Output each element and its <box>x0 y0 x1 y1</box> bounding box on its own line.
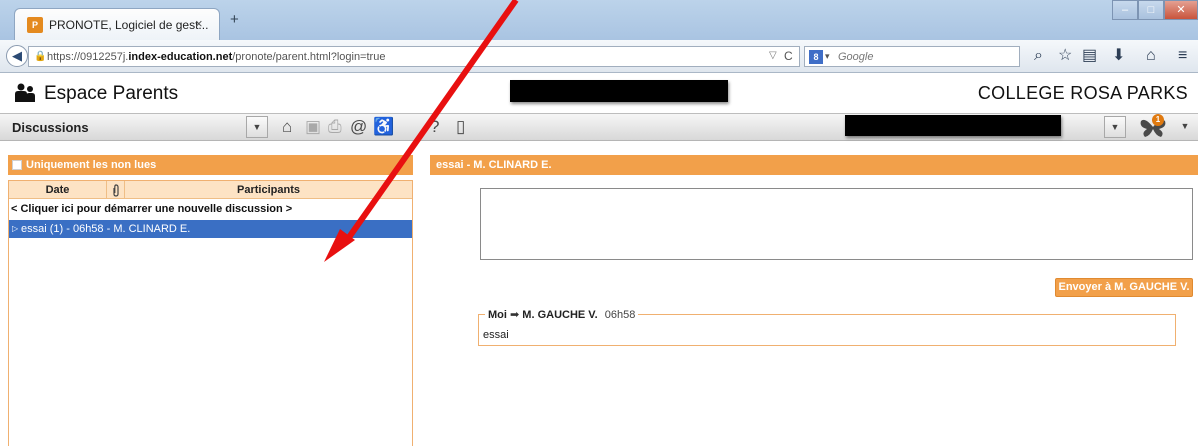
message-entry: Moi ➡ M. GAUCHE V. 06h58 essai <box>478 308 1176 346</box>
column-header-date[interactable]: Date <box>9 181 107 199</box>
browser-tab-bar: P PRONOTE, Logiciel de gest... × + – □ ✕ <box>0 0 1198 40</box>
magnifier-icon[interactable]: ⌕ <box>1034 48 1043 64</box>
redaction-block <box>510 80 728 102</box>
email-icon[interactable]: @ <box>350 117 367 137</box>
paperclip-icon[interactable] <box>107 181 125 199</box>
pronote-favicon-icon: P <box>27 17 43 33</box>
mobile-icon[interactable]: ▯ <box>456 117 465 137</box>
url-dropdown-icon[interactable]: ▽ <box>769 50 777 61</box>
save-icon[interactable]: ▣ <box>305 117 321 137</box>
google-search-engine-icon[interactable]: 8 <box>809 50 823 64</box>
url-text: https://0912257j.index-education.net/pro… <box>47 51 386 63</box>
discussion-row-label: essai (1) - 06h58 - M. CLINARD E. <box>21 223 191 235</box>
new-discussion-link[interactable]: < Cliquer ici pour démarrer une nouvelle… <box>11 203 292 215</box>
search-engine-caret-icon[interactable]: ▾ <box>825 51 830 62</box>
accessibility-icon[interactable]: ♿ <box>373 117 394 137</box>
discussions-list-panel: Uniquement les non lues Date Participant… <box>8 155 413 446</box>
notifications-dropdown-chevron-icon[interactable]: ▼ <box>1174 116 1196 138</box>
bookmark-star-icon[interactable]: ☆ <box>1058 48 1072 64</box>
download-icon[interactable]: ⬇ <box>1112 48 1125 64</box>
search-input[interactable]: Google <box>838 51 873 63</box>
discussion-row[interactable]: ▷ essai (1) - 06h58 - M. CLINARD E. <box>9 220 412 238</box>
section-selector[interactable]: Discussions <box>0 114 270 140</box>
column-header-participants[interactable]: Participants <box>125 181 412 199</box>
window-minimize-button[interactable]: – <box>1112 0 1138 20</box>
home-icon[interactable]: ⌂ <box>1146 48 1156 64</box>
unread-only-checkbox[interactable] <box>12 160 22 170</box>
section-dropdown-chevron-icon[interactable]: ▼ <box>246 116 268 138</box>
message-input[interactable] <box>480 188 1193 260</box>
section-label: Discussions <box>12 120 89 135</box>
search-bar[interactable]: 8 ▾ Google <box>804 46 1020 67</box>
window-close-button[interactable]: ✕ <box>1164 0 1198 20</box>
home-icon[interactable]: ⌂ <box>282 117 292 137</box>
app-title: Espace Parents <box>44 83 179 104</box>
new-tab-button[interactable]: + <box>230 11 239 28</box>
unread-only-label[interactable]: Uniquement les non lues <box>26 159 156 171</box>
message-recipient: M. GAUCHE V. <box>522 309 598 321</box>
filter-bar: Uniquement les non lues <box>8 155 413 175</box>
print-icon[interactable]: ⎙ <box>328 117 342 137</box>
tab-close-icon[interactable]: × <box>195 16 203 31</box>
notification-badge: 1 <box>1152 114 1164 126</box>
discussion-header: essai - M. CLINARD E. <box>430 155 1198 175</box>
parents-icon <box>15 83 35 102</box>
arrow-right-icon: ➡ <box>510 309 520 321</box>
redaction-block <box>845 115 1061 136</box>
app-header: Espace Parents COLLEGE ROSA PARKS <box>0 74 1198 114</box>
account-dropdown-chevron-icon[interactable]: ▼ <box>1104 116 1126 138</box>
tab-title: PRONOTE, Logiciel de gest... <box>49 18 209 32</box>
lock-icon: 🔒 <box>34 51 47 62</box>
school-name: COLLEGE ROSA PARKS <box>977 83 1188 103</box>
discussions-table: Date Participants < Cliquer ici pour dém… <box>8 180 413 446</box>
bookmarks-list-icon[interactable]: ▤ <box>1082 48 1097 64</box>
discussion-title: essai - M. CLINARD E. <box>436 159 552 171</box>
app-toolbar: Discussions ▼ ⌂ ▣ ⎙ @ ♿ ? ▯ ▼ 1 ▼ <box>0 113 1198 141</box>
message-body: essai <box>483 329 509 341</box>
reload-icon[interactable]: C <box>784 49 793 63</box>
help-icon[interactable]: ? <box>430 117 439 137</box>
message-header: Moi ➡ M. GAUCHE V. 06h58 <box>485 308 639 321</box>
url-bar[interactable]: 🔒 https://0912257j.index-education.net/p… <box>28 46 800 67</box>
expand-arrow-icon[interactable]: ▷ <box>12 224 18 233</box>
browser-nav-bar: ◀ 🔒 https://0912257j.index-education.net… <box>0 40 1198 73</box>
menu-icon[interactable]: ≡ <box>1178 48 1187 64</box>
window-maximize-button[interactable]: □ <box>1138 0 1164 20</box>
message-sender: Moi <box>488 309 507 321</box>
back-arrow-icon[interactable]: ◀ <box>6 45 28 67</box>
send-button[interactable]: Envoyer à M. GAUCHE V. <box>1055 278 1193 297</box>
message-time: 06h58 <box>604 309 636 321</box>
browser-tab[interactable]: P PRONOTE, Logiciel de gest... × <box>14 8 220 40</box>
